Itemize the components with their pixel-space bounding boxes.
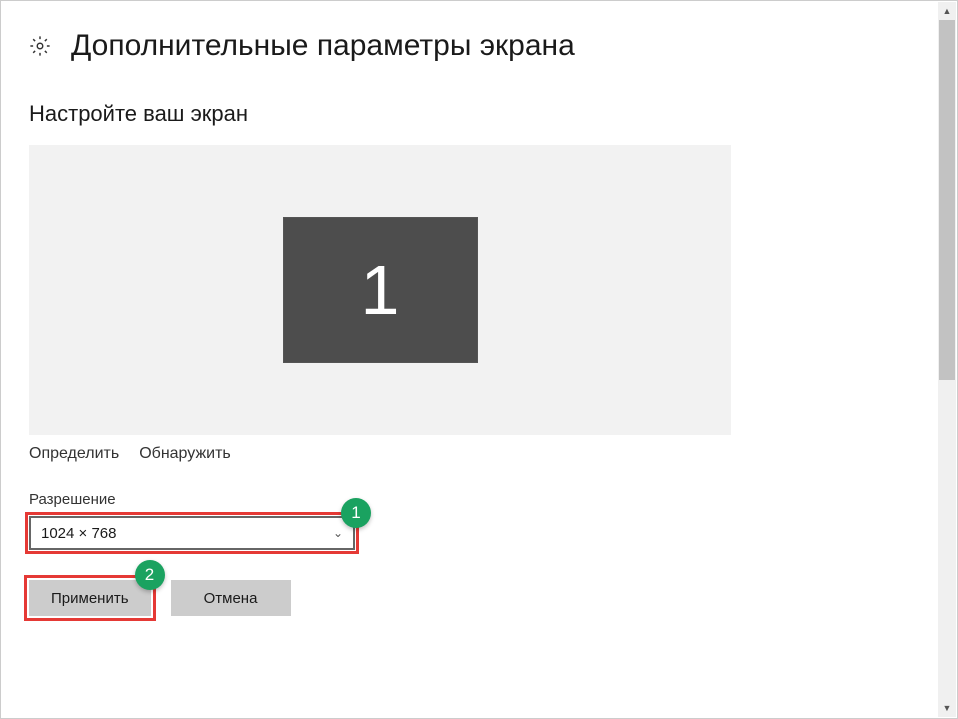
cancel-button-wrapper: Отмена [171, 580, 291, 616]
chevron-down-icon: ⌄ [333, 526, 343, 540]
cancel-button[interactable]: Отмена [171, 580, 291, 616]
identify-link[interactable]: Определить [29, 445, 119, 463]
resolution-value: 1024 × 768 [41, 525, 117, 542]
scroll-down-arrow-icon[interactable]: ▼ [938, 699, 956, 717]
action-button-row: Применить 2 Отмена [29, 580, 929, 616]
display-action-links: Определить Обнаружить [29, 445, 929, 463]
annotation-badge-1: 1 [341, 498, 371, 528]
display-arrangement-area[interactable]: 1 [29, 145, 731, 435]
section-subtitle: Настройте ваш экран [29, 101, 929, 127]
resolution-dropdown-wrapper: 1024 × 768 ⌄ 1 [29, 516, 355, 550]
vertical-scrollbar[interactable]: ▲ ▼ [938, 2, 956, 717]
apply-button-wrapper: Применить 2 [29, 580, 151, 616]
resolution-dropdown[interactable]: 1024 × 768 ⌄ [29, 516, 355, 550]
resolution-label: Разрешение [29, 491, 929, 508]
monitor-tile-1[interactable]: 1 [283, 217, 478, 363]
scroll-up-arrow-icon[interactable]: ▲ [938, 2, 956, 20]
apply-button[interactable]: Применить [29, 580, 151, 616]
page-title: Дополнительные параметры экрана [71, 29, 575, 63]
annotation-badge-2: 2 [135, 560, 165, 590]
monitor-number: 1 [361, 250, 400, 330]
detect-link[interactable]: Обнаружить [139, 445, 231, 463]
scroll-thumb[interactable] [939, 20, 955, 380]
page-header: Дополнительные параметры экрана [29, 29, 929, 63]
gear-icon [29, 35, 51, 57]
